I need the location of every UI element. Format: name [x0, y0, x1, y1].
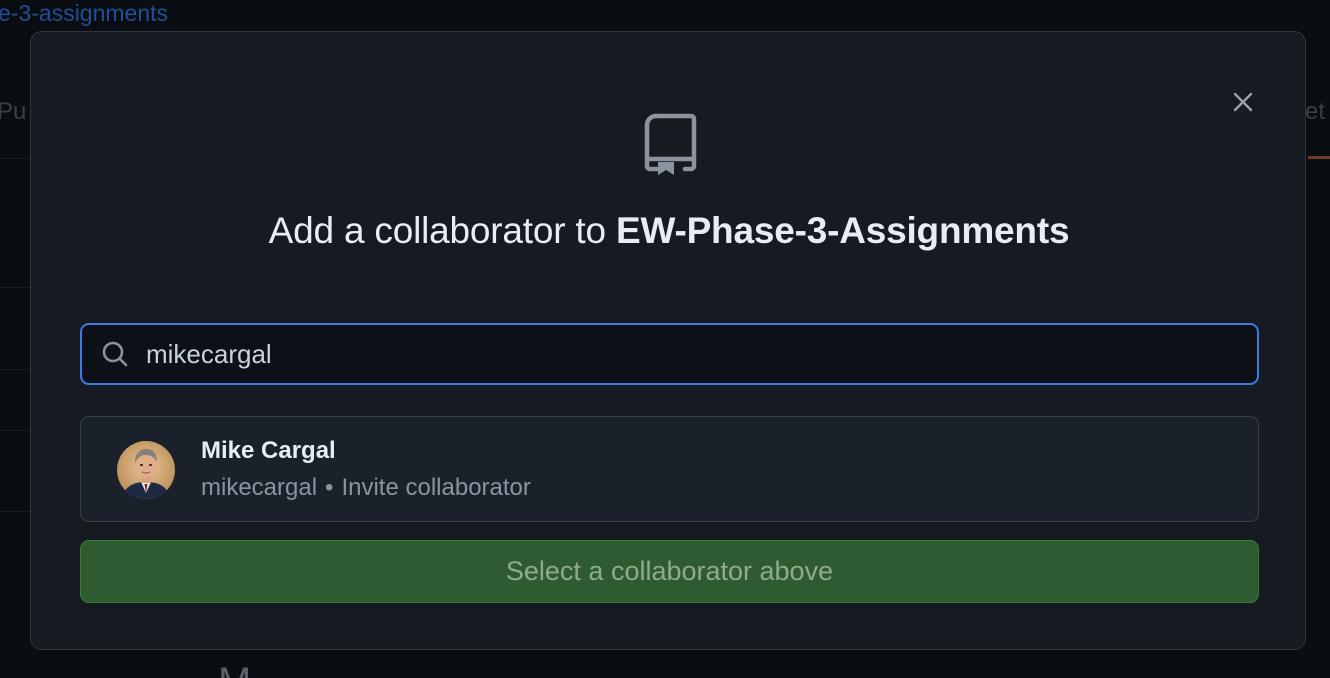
background-divider — [0, 430, 30, 431]
background-tab-underline — [1308, 156, 1330, 159]
background-divider — [0, 158, 30, 159]
collaborator-search-input[interactable] — [144, 333, 1245, 375]
background-heading-fragment: M — [218, 662, 251, 678]
collaborator-result-item[interactable]: Mike Cargal mikecargal • Invite collaborat… — [80, 416, 1259, 522]
repo-icon — [644, 113, 697, 175]
dialog-title-repo: EW-Phase-3-Assignments — [615, 210, 1070, 251]
collaborator-action: Invite collaborator — [341, 474, 531, 501]
background-tab-right[interactable]: et — [1305, 98, 1325, 126]
dialog-title-prefix: Add a collaborator to — [268, 210, 616, 251]
separator-dot: • — [325, 474, 334, 501]
collaborator-name: Mike Cargal — [201, 437, 336, 464]
add-collaborator-dialog: Add a collaborator to EW-Phase-3-Assignm… — [30, 31, 1306, 650]
close-button[interactable] — [1225, 84, 1261, 120]
user-avatar — [117, 441, 175, 499]
page: e-3-assignments Pu et M Add a collaborat… — [0, 0, 1330, 678]
background-tab-left[interactable]: Pu — [0, 98, 26, 126]
background-divider — [0, 287, 30, 288]
background-repo-link[interactable]: e-3-assignments — [0, 0, 168, 26]
collaborator-search-field[interactable] — [80, 323, 1259, 385]
search-icon — [102, 341, 128, 367]
x-icon — [1233, 92, 1253, 112]
dialog-title: Add a collaborator to EW-Phase-3-Assignm… — [31, 210, 1307, 252]
background-divider — [0, 511, 30, 512]
collaborator-details: mikecargal • Invite collaborator — [201, 474, 531, 502]
select-collaborator-button[interactable]: Select a collaborator above — [80, 540, 1259, 603]
background-divider — [0, 369, 30, 370]
collaborator-username: mikecargal — [201, 474, 318, 501]
